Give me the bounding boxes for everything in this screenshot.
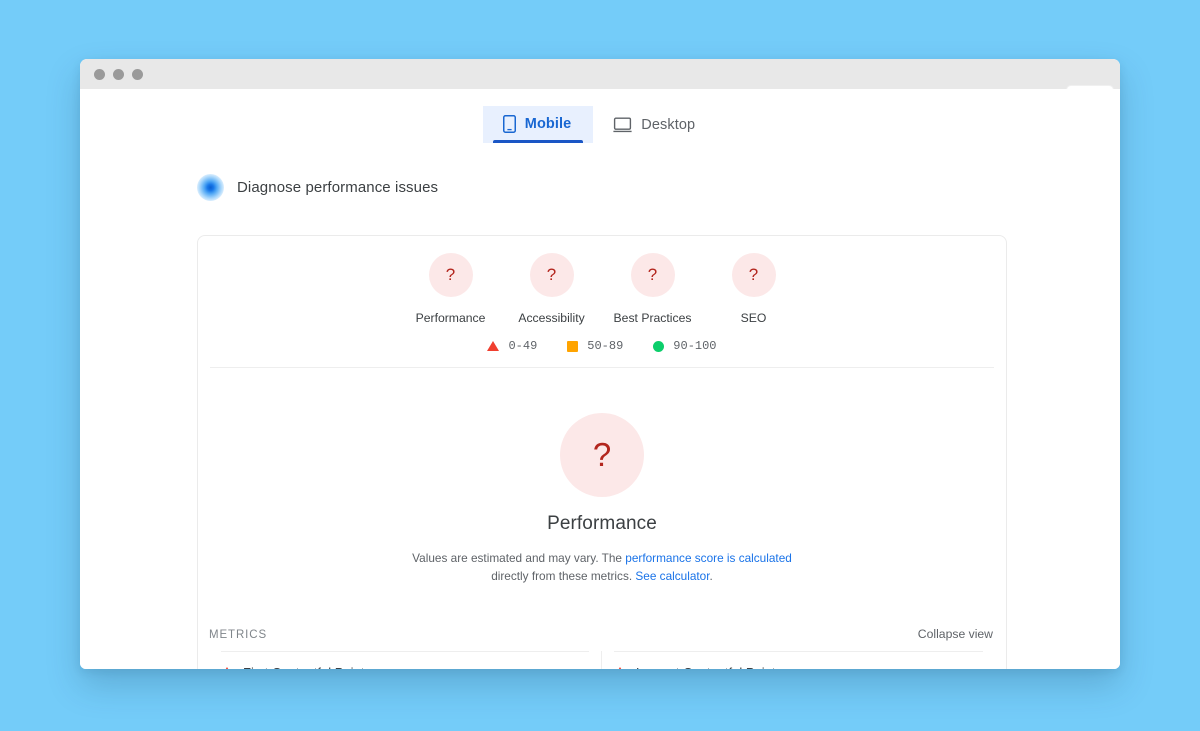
description-text-part1: Values are estimated and may vary. The: [412, 551, 626, 565]
description-text-part2: directly from these metrics.: [491, 569, 636, 584]
metrics-column-left: First Contentful Paint Error!: [209, 650, 602, 669]
maximize-window-button[interactable]: [132, 68, 143, 80]
score-legend: 0-49 50-89 90-100: [198, 331, 1006, 367]
legend-range-average: 50-89: [587, 339, 624, 353]
gauge-performance: ?: [428, 253, 473, 297]
metrics-grid: First Contentful Paint Error! Largest Co…: [198, 650, 1006, 669]
triangle-swatch-icon: [487, 341, 500, 351]
metric-row-largest-contentful-paint[interactable]: Largest Contentful Paint Error!: [614, 650, 983, 669]
browser-window: Mobile Desktop Diagnose performance issu…: [80, 59, 1120, 669]
legend-item-average: 50-89: [567, 339, 623, 353]
legend-item-poor: 0-49: [487, 339, 537, 353]
score-item-seo[interactable]: ? SEO: [703, 253, 804, 325]
traffic-light-buttons[interactable]: [94, 68, 143, 80]
device-tab-bar: Mobile Desktop: [80, 89, 1120, 143]
error-triangle-icon: [221, 667, 233, 669]
desktop-monitor-icon: [613, 117, 632, 133]
description-text-part3: .: [709, 569, 713, 584]
collapse-view-button[interactable]: Collapse view: [918, 627, 993, 641]
metric-name-fcp: First Contentful Paint: [243, 665, 364, 669]
gauge-accessibility: ?: [529, 253, 574, 297]
metric-title-line: Largest Contentful Paint: [614, 665, 983, 669]
metrics-section-label: METRICS: [209, 628, 268, 641]
minimize-window-button[interactable]: [113, 68, 124, 80]
square-swatch-icon: [567, 340, 579, 352]
score-label-seo: SEO: [740, 311, 767, 325]
main-performance-gauge-block: ? Performance Values are estimated and m…: [198, 368, 1006, 586]
metrics-column-right: Largest Contentful Paint Error!: [602, 650, 995, 669]
legend-item-good: 90-100: [653, 339, 717, 353]
diagnose-performance-link[interactable]: Diagnose performance issues: [197, 174, 1120, 201]
tab-desktop[interactable]: Desktop: [593, 108, 717, 143]
see-calculator-link[interactable]: See calculator: [635, 569, 709, 583]
category-score-row: ? Performance ? Accessibility ? Best Pra…: [198, 236, 1006, 331]
error-triangle-icon: [614, 667, 626, 669]
metric-name-lcp: Largest Contentful Paint: [636, 665, 775, 669]
main-gauge-value: ?: [560, 413, 644, 497]
score-item-best-practices[interactable]: ? Best Practices: [602, 253, 703, 325]
score-label-performance: Performance: [415, 311, 486, 325]
lighthouse-glow-icon: [197, 174, 224, 201]
metrics-header: METRICS Collapse view: [198, 586, 1006, 641]
browser-titlebar: [80, 59, 1120, 99]
page-viewport: Mobile Desktop Diagnose performance issu…: [80, 89, 1120, 669]
diagnose-label: Diagnose performance issues: [237, 179, 439, 196]
metric-title-line: First Contentful Paint: [221, 665, 589, 669]
legend-range-poor: 0-49: [508, 339, 538, 353]
score-item-accessibility[interactable]: ? Accessibility: [501, 253, 602, 325]
score-label-accessibility: Accessibility: [518, 311, 585, 325]
gauge-seo: ?: [731, 253, 776, 297]
legend-range-good: 90-100: [673, 339, 717, 353]
circle-swatch-icon: [653, 340, 665, 352]
close-window-button[interactable]: [94, 68, 105, 80]
tab-mobile-label: Mobile: [524, 116, 572, 132]
performance-score-link[interactable]: performance score is calculated: [625, 551, 792, 565]
gauge-best-practices: ?: [630, 253, 675, 297]
mobile-phone-icon: [502, 115, 516, 133]
tab-desktop-label: Desktop: [641, 117, 696, 133]
lighthouse-result-card: ? Performance ? Accessibility ? Best Pra…: [197, 235, 1007, 669]
score-item-performance[interactable]: ? Performance: [400, 253, 501, 325]
tab-mobile[interactable]: Mobile: [482, 106, 594, 143]
score-label-best-practices: Best Practices: [613, 311, 692, 325]
main-gauge-description: Values are estimated and may vary. The p…: [392, 549, 812, 586]
metric-row-first-contentful-paint[interactable]: First Contentful Paint Error!: [221, 650, 589, 669]
main-gauge-title: Performance: [547, 513, 657, 534]
